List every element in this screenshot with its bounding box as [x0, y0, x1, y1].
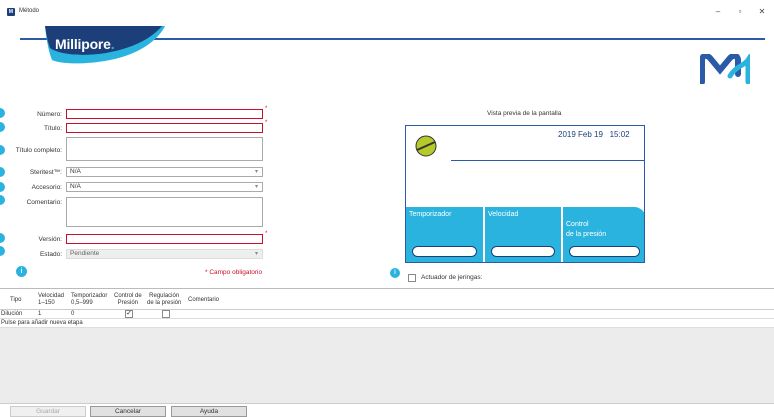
preview-divider: [451, 160, 644, 161]
required-star: *: [265, 120, 268, 126]
comentario-input[interactable]: [66, 197, 263, 227]
cell-temporizador[interactable]: 0: [71, 311, 74, 317]
estado-select: Pendiente: [66, 249, 263, 259]
numero-label: Número:: [37, 111, 62, 118]
column-header-control-presion[interactable]: Control de Presión: [114, 293, 142, 307]
required-star: *: [265, 231, 268, 237]
steritest-pump-icon: [415, 135, 437, 157]
app-icon: M: [7, 8, 15, 16]
version-input[interactable]: [66, 234, 263, 244]
preview-tile-temporizador: Temporizador: [406, 207, 483, 262]
help-button[interactable]: Ayuda: [171, 406, 247, 417]
estado-value: Pendiente: [70, 250, 100, 257]
column-header-regulacion-presion[interactable]: Regulación de la presión: [147, 293, 181, 307]
column-header-tipo[interactable]: Tipo: [10, 297, 21, 304]
titulo-completo-label: Título completo:: [15, 147, 62, 154]
accesorio-label: Accesorio:: [31, 184, 62, 191]
add-step-row[interactable]: Pulse para añadir nueva etapa: [0, 319, 774, 328]
column-header-comentario[interactable]: Comentario: [188, 297, 219, 304]
save-button[interactable]: Guardar: [10, 406, 86, 417]
cell-velocidad[interactable]: 1: [38, 311, 41, 317]
preview-datetime: 2019 Feb 19 15:02: [558, 130, 630, 139]
regulacion-presion-checkbox[interactable]: [162, 310, 170, 318]
comentario-label: Comentario:: [26, 199, 62, 206]
version-label: Versión:: [38, 236, 63, 243]
steritest-value: N/A: [70, 168, 81, 175]
column-header-velocidad[interactable]: Velocidad 1–150: [38, 293, 64, 307]
minimize-icon[interactable]: –: [710, 5, 726, 19]
column-header-temporizador[interactable]: Temporizador 0,5–999: [71, 293, 107, 307]
steritest-select[interactable]: N/A: [66, 167, 263, 177]
table-row[interactable]: Dilución 1 0 ✓: [0, 310, 774, 319]
screen-preview: 2019 Feb 19 15:02 Temporizador Velocidad…: [405, 125, 645, 263]
maximize-icon[interactable]: ▫: [732, 5, 748, 19]
steritest-label: Steritest™:: [29, 169, 62, 176]
close-icon[interactable]: ✕: [754, 5, 770, 19]
steps-table-body: [0, 328, 774, 404]
syringe-actuator-label: Actuador de jeringas:: [421, 274, 483, 281]
cancel-button[interactable]: Cancelar: [90, 406, 166, 417]
accesorio-select[interactable]: N/A: [66, 182, 263, 192]
estado-label: Estado:: [39, 251, 62, 258]
info-icon[interactable]: i: [16, 266, 27, 277]
preview-tile-control-presion: Control de la presión: [563, 207, 644, 262]
required-field-note: * Campo obligatorio: [205, 269, 263, 276]
preview-tile-field: [491, 246, 555, 257]
window-title: Método: [19, 8, 40, 14]
steps-table-header: Tipo Velocidad 1–150 Temporizador 0,5–99…: [0, 288, 774, 310]
preview-tile-field: [412, 246, 477, 257]
titulo-completo-input[interactable]: [66, 137, 263, 161]
merck-m-logo: [700, 54, 750, 84]
cell-tipo[interactable]: Dilución: [1, 311, 22, 317]
control-presion-checkbox[interactable]: ✓: [125, 310, 133, 318]
required-star: *: [265, 106, 268, 112]
numero-input[interactable]: [66, 109, 263, 119]
preview-title: Vista previa de la pantalla: [487, 110, 562, 117]
preview-tile-field: [569, 246, 640, 257]
info-icon[interactable]: i: [390, 268, 400, 278]
titulo-input[interactable]: [66, 123, 263, 133]
syringe-actuator-checkbox[interactable]: [408, 274, 416, 282]
brand-logo-text: Millipore.: [55, 36, 115, 52]
preview-tile-velocidad: Velocidad: [485, 207, 561, 262]
accesorio-value: N/A: [70, 183, 81, 190]
titulo-label: Título:: [43, 125, 62, 132]
window-titlebar: M Método – ▫ ✕: [0, 0, 774, 26]
